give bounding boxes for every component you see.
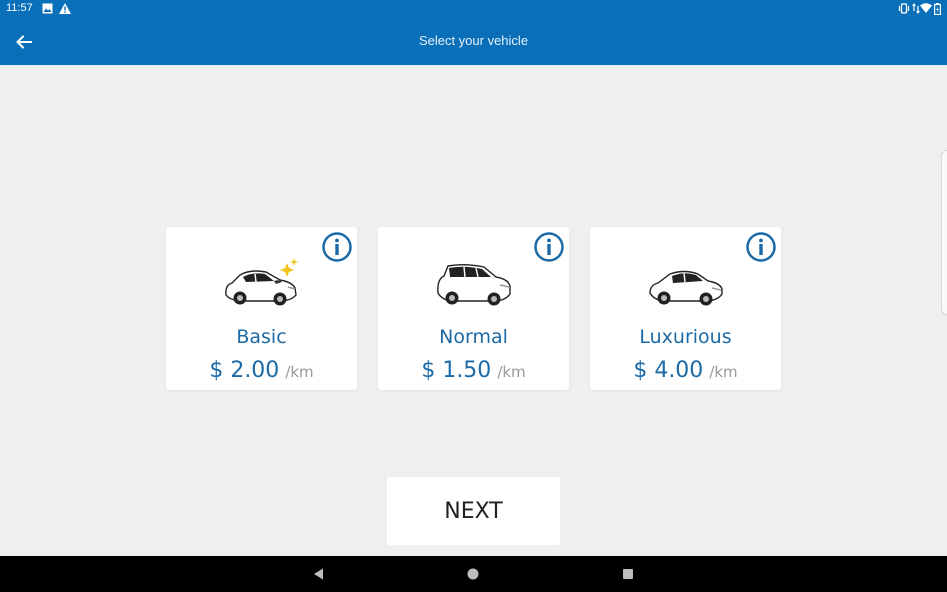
system-nav-bar bbox=[0, 556, 947, 592]
info-icon[interactable] bbox=[745, 231, 777, 263]
vehicle-price-row: $ 4.00/km bbox=[590, 358, 781, 383]
home-circle-icon[interactable] bbox=[464, 565, 482, 583]
info-icon[interactable] bbox=[321, 231, 353, 263]
next-button[interactable]: NEXT bbox=[387, 477, 560, 545]
vehicle-card-normal[interactable]: Normal $ 1.50/km bbox=[378, 227, 569, 390]
side-panel-handle[interactable] bbox=[941, 150, 947, 315]
info-icon[interactable] bbox=[533, 231, 565, 263]
vehicle-card-luxurious[interactable]: Luxurious $ 4.00/km bbox=[590, 227, 781, 390]
status-bar: 11:57 bbox=[0, 0, 947, 18]
status-time: 11:57 bbox=[6, 2, 33, 14]
vehicle-card-basic[interactable]: Basic $ 2.00/km bbox=[166, 227, 357, 390]
vehicle-price-row: $ 1.50/km bbox=[378, 358, 569, 383]
back-triangle-icon[interactable] bbox=[310, 565, 328, 583]
vehicle-name: Luxurious bbox=[639, 326, 732, 348]
suv-icon bbox=[436, 264, 511, 306]
vehicle-name: Normal bbox=[439, 326, 508, 348]
car-sparkle-icon bbox=[224, 258, 298, 306]
vehicle-price-row: $ 2.00/km bbox=[166, 358, 357, 383]
sedan-icon bbox=[648, 270, 723, 306]
battery-icon bbox=[934, 3, 941, 15]
vehicle-price: $ 2.00 bbox=[209, 358, 280, 383]
wifi-icon bbox=[920, 3, 932, 13]
page-title: Select your vehicle bbox=[418, 33, 529, 48]
vehicle-name: Basic bbox=[236, 326, 287, 348]
app-bar: Select your vehicle bbox=[0, 18, 947, 65]
vehicle-price: $ 1.50 bbox=[421, 358, 492, 383]
vehicle-price-unit: /km bbox=[285, 363, 314, 381]
warning-icon bbox=[59, 3, 71, 14]
vehicle-price-unit: /km bbox=[497, 363, 526, 381]
vehicle-price-unit: /km bbox=[709, 363, 738, 381]
vibrate-icon bbox=[898, 3, 910, 14]
vehicle-price: $ 4.00 bbox=[633, 358, 704, 383]
image-icon bbox=[42, 3, 53, 14]
recents-square-icon[interactable] bbox=[619, 565, 637, 583]
data-transfer-icon bbox=[912, 3, 920, 14]
